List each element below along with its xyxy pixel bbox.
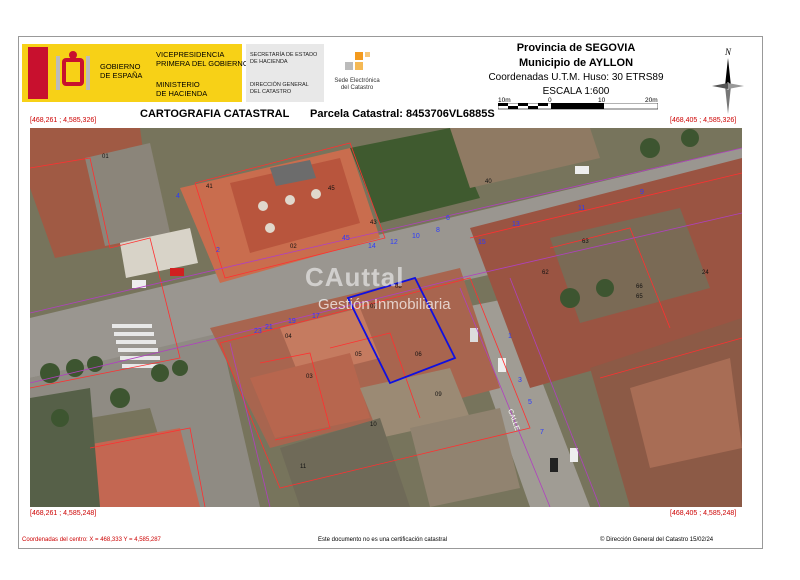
municipio-title: Municipio de AYLLON	[518, 57, 634, 69]
svg-text:02: 02	[290, 244, 297, 250]
svg-text:5: 5	[528, 399, 532, 406]
svg-text:10: 10	[412, 233, 420, 240]
svg-text:12: 12	[390, 239, 398, 246]
direccion-line-1: DIRECCIÓN GENERAL	[250, 82, 309, 88]
secretaria-line-2: DE HACIENDA	[250, 59, 288, 65]
svg-text:19: 19	[288, 318, 296, 325]
svg-text:09: 09	[435, 392, 442, 398]
svg-text:4: 4	[176, 193, 180, 200]
direccion-line-2: DEL CATASTRO	[250, 89, 292, 95]
scale-bar	[498, 103, 658, 110]
svg-text:9: 9	[640, 189, 644, 196]
vicepresidencia-line-1: VICEPRESIDENCIA	[156, 50, 225, 59]
svg-text:62: 62	[542, 270, 549, 276]
svg-text:24: 24	[702, 270, 709, 276]
gobierno-line-2: DE ESPAÑA	[100, 71, 143, 80]
svg-text:01: 01	[102, 154, 109, 160]
svg-text:11: 11	[578, 205, 585, 212]
svg-text:65: 65	[636, 294, 643, 300]
svg-text:04: 04	[285, 334, 292, 340]
corner-coord-bl: [468,261 ; 4,585,248]	[30, 510, 97, 517]
spain-flag-strip	[28, 47, 48, 99]
svg-text:15: 15	[478, 239, 486, 246]
copyright-text: © Dirección General del Catastro 15/02/2…	[600, 537, 714, 543]
svg-text:14: 14	[368, 243, 376, 250]
svg-text:6: 6	[446, 215, 450, 222]
aerial-map[interactable]: 23 21 19 17 15 13 11 9 14 12 10 8 6 4 2 …	[30, 128, 742, 507]
corner-coord-tr: [468,405 ; 4,585,326]	[670, 117, 737, 124]
svg-text:7: 7	[540, 429, 544, 436]
provincia-title: Provincia de SEGOVIA	[516, 42, 636, 54]
map-canvas: 23 21 19 17 15 13 11 9 14 12 10 8 6 4 2 …	[30, 128, 742, 507]
ministerio-line-2: DE HACIENDA	[156, 89, 208, 98]
svg-text:2: 2	[216, 247, 220, 254]
svg-text:21: 21	[265, 324, 273, 331]
svg-text:N: N	[724, 47, 732, 57]
vicepresidencia-line-2: PRIMERA DEL GOBIERNO	[156, 59, 249, 68]
parcela-title: Parcela Catastral: 8453706VL6885S	[310, 108, 495, 120]
svg-text:66: 66	[636, 284, 643, 290]
cartografia-title: CARTOGRAFIA CATASTRAL	[140, 108, 290, 120]
svg-text:13: 13	[512, 221, 520, 228]
svg-text:05: 05	[355, 352, 362, 358]
coat-of-arms-icon	[56, 51, 90, 90]
svg-text:63: 63	[582, 239, 589, 245]
svg-text:1: 1	[508, 333, 512, 340]
ministerio-line-1: MINISTERIO	[156, 80, 200, 89]
svg-text:3: 3	[518, 377, 522, 384]
svg-text:03: 03	[306, 374, 313, 380]
center-coords-text: Coordenadas del centro: X = 468,333 Y = …	[22, 537, 161, 543]
svg-text:10: 10	[370, 422, 377, 428]
svg-text:11: 11	[300, 464, 307, 470]
svg-text:8: 8	[436, 227, 440, 234]
svg-text:17: 17	[312, 313, 320, 320]
corner-coord-tl: [468,261 ; 4,585,326]	[30, 117, 97, 124]
svg-text:45: 45	[328, 186, 335, 192]
north-arrow-icon: N	[712, 47, 744, 114]
escala-text: ESCALA 1:600	[542, 86, 610, 97]
secretaria-line-1: SECRETARÍA DE ESTADO	[250, 52, 318, 58]
svg-text:41: 41	[206, 184, 213, 190]
no-certification-text: Este documento no es una certificación c…	[318, 537, 448, 543]
svg-text:40: 40	[485, 179, 492, 185]
watermark-logo: CAuttal	[305, 262, 405, 292]
sede-logo-icon	[345, 52, 370, 70]
sede-line-2: del Catastro	[340, 85, 374, 91]
sede-line-1: Sede Electrónica	[334, 78, 380, 84]
svg-text:06: 06	[415, 352, 422, 358]
gobierno-line-1: GOBIERNO	[100, 62, 141, 71]
coordenadas-text: Coordenadas U.T.M. Huso: 30 ETRS89	[488, 72, 664, 83]
svg-text:43: 43	[370, 220, 377, 226]
watermark-subtitle: Gestión Inmobiliaria	[318, 296, 451, 313]
svg-text:45: 45	[342, 235, 350, 242]
svg-text:23: 23	[254, 328, 262, 335]
corner-coord-br: [468,405 ; 4,585,248]	[670, 510, 737, 517]
